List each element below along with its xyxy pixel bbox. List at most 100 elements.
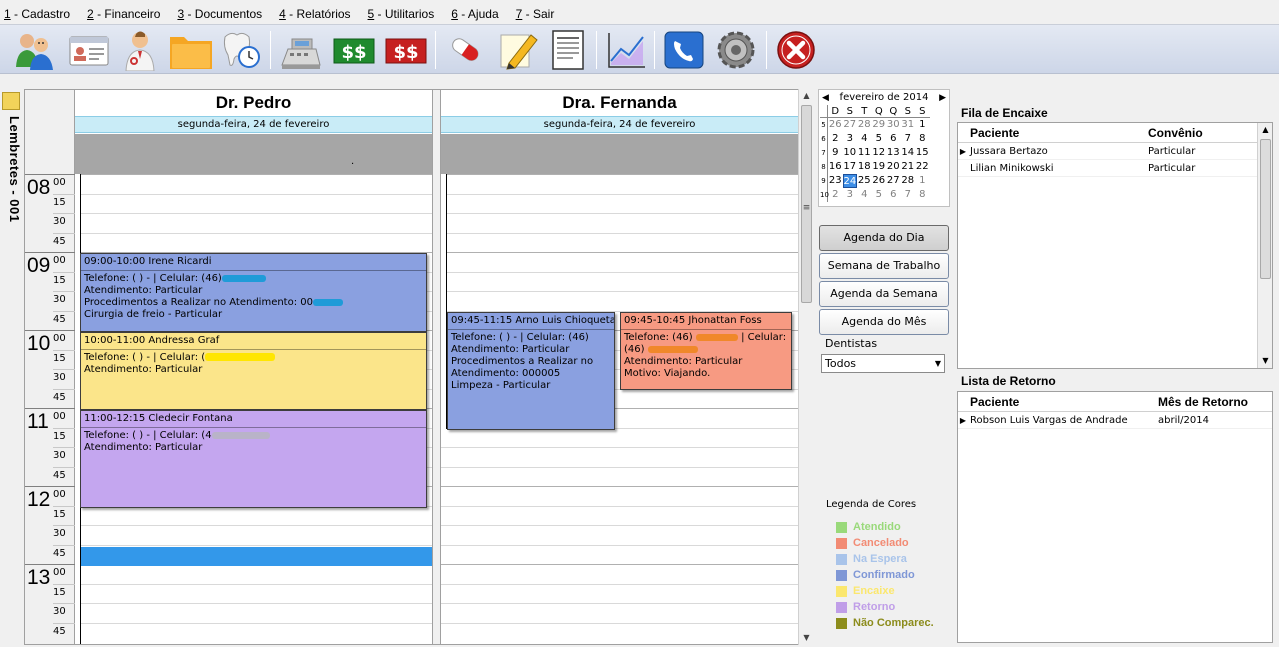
- appointment-title: 09:45-10:45 Jhonattan Foss: [621, 313, 791, 330]
- menu-ajuda[interactable]: 6 - Ajuda: [451, 7, 498, 21]
- column-header-mes-retorno[interactable]: Mês de Retorno: [1158, 395, 1248, 409]
- dentists-select[interactable]: Todos ▼: [821, 354, 945, 373]
- calendar-day[interactable]: 4: [857, 132, 872, 146]
- calendar-day[interactable]: 20: [886, 160, 901, 174]
- list-item[interactable]: Lilian Minikowski Particular: [958, 160, 1272, 177]
- list-item[interactable]: ▶ Robson Luis Vargas de Andrade abril/2014: [958, 412, 1272, 429]
- legend-swatch: [836, 601, 847, 613]
- calendar-day[interactable]: 4: [857, 188, 872, 202]
- appointment-irene-ricardi[interactable]: 09:00-10:00 Irene Ricardi Telefone: ( ) …: [80, 253, 427, 332]
- calendar-day[interactable]: 22: [915, 160, 930, 174]
- calendar-day[interactable]: 18: [857, 160, 872, 174]
- next-month-icon[interactable]: ▶: [939, 93, 946, 103]
- calendar-day[interactable]: 10: [843, 146, 858, 160]
- view-work-week-button[interactable]: Semana de Trabalho: [819, 253, 949, 279]
- calendar-day[interactable]: 15: [915, 146, 930, 160]
- all-day-area[interactable]: [441, 134, 798, 174]
- id-card-button[interactable]: [66, 28, 112, 72]
- calendar-day[interactable]: 23: [828, 174, 843, 188]
- calendar-day[interactable]: 14: [901, 146, 916, 160]
- view-month-button[interactable]: Agenda do Mês: [819, 309, 949, 335]
- selected-time-slot[interactable]: [81, 547, 432, 566]
- calendar-day[interactable]: 2: [828, 132, 843, 146]
- menu-financeiro[interactable]: 2 - Financeiro: [87, 7, 160, 21]
- list-cell-paciente: Jussara Bertazo: [970, 145, 1048, 157]
- calendar-day[interactable]: 29: [872, 118, 887, 132]
- reminders-tab[interactable]: Lembretes - 001: [2, 92, 22, 252]
- calendar-day[interactable]: 13: [886, 146, 901, 160]
- calendar-day[interactable]: 6: [886, 132, 901, 146]
- calendar-day[interactable]: 8: [915, 132, 930, 146]
- money-in-button[interactable]: $$: [331, 28, 377, 72]
- scroll-thumb[interactable]: [1260, 139, 1271, 279]
- edit-button[interactable]: [496, 28, 542, 72]
- menu-documentos[interactable]: 3 - Documentos: [177, 7, 262, 21]
- appointment-andressa-graf[interactable]: 10:00-11:00 Andressa Graf Telefone: ( ) …: [80, 332, 427, 410]
- pills-button[interactable]: [442, 28, 488, 72]
- all-day-area[interactable]: .: [75, 134, 432, 174]
- folder-button[interactable]: [168, 28, 214, 72]
- scheduler-scrollbar[interactable]: ▲ ≡ ▼: [798, 89, 813, 645]
- column-header-paciente[interactable]: Paciente: [968, 395, 1158, 409]
- calendar-day[interactable]: 11: [857, 146, 872, 160]
- calendar-day[interactable]: 30: [886, 118, 901, 132]
- calendar-day[interactable]: 1: [915, 118, 930, 132]
- column-header-paciente[interactable]: Paciente: [968, 126, 1148, 140]
- calendar-day[interactable]: 21: [901, 160, 916, 174]
- patients-button[interactable]: [12, 28, 58, 72]
- money-out-button[interactable]: $$: [383, 28, 429, 72]
- calendar-day[interactable]: 6: [886, 188, 901, 202]
- menu-relatorios[interactable]: 4 - Relatórios: [279, 7, 350, 21]
- calendar-day[interactable]: 26: [828, 118, 843, 132]
- settings-button[interactable]: [713, 28, 759, 72]
- menu-cadastro[interactable]: 1 - Cadastro: [4, 7, 70, 21]
- appointment-arno-luis-chioqueta[interactable]: 09:45-11:15 Arno Luis Chioqueta Telefone…: [447, 312, 615, 430]
- scroll-down-icon[interactable]: ▼: [799, 631, 814, 645]
- calendar-day[interactable]: 12: [872, 146, 887, 160]
- calendar-day[interactable]: 5: [872, 188, 887, 202]
- scroll-up-icon[interactable]: ▲: [1258, 123, 1272, 137]
- calendar-day[interactable]: 31: [901, 118, 916, 132]
- calendar-day[interactable]: 7: [901, 188, 916, 202]
- appointment-cledecir-fontana[interactable]: 11:00-12:15 Cledecir Fontana Telefone: (…: [80, 410, 427, 508]
- calendar-day[interactable]: 19: [872, 160, 887, 174]
- calendar-day[interactable]: 8: [915, 188, 930, 202]
- menu-sair[interactable]: 7 - Sair: [516, 7, 555, 21]
- calendar-day[interactable]: 3: [843, 132, 858, 146]
- list-item[interactable]: ▶ Jussara Bertazo Particular: [958, 143, 1272, 160]
- calendar-day[interactable]: 27: [843, 118, 858, 132]
- document-button[interactable]: [545, 28, 591, 72]
- view-day-button[interactable]: Agenda do Dia: [819, 225, 949, 251]
- calendar-day[interactable]: 3: [843, 188, 858, 202]
- calendar-day[interactable]: 7: [901, 132, 916, 146]
- calendar-day[interactable]: 28: [857, 118, 872, 132]
- calendar-day[interactable]: 1: [915, 174, 930, 188]
- scroll-down-icon[interactable]: ▼: [1258, 354, 1272, 368]
- calendar-day[interactable]: 16: [828, 160, 843, 174]
- prev-month-icon[interactable]: ◀: [822, 93, 829, 103]
- calendar-day[interactable]: 25: [857, 174, 872, 188]
- appointment-phone: Telefone: ( ) - | Celular: (46): [451, 332, 589, 343]
- appointment-attendance: Atendimento: Particular: [624, 356, 743, 367]
- calendar-day[interactable]: 28: [901, 174, 916, 188]
- chart-button[interactable]: [602, 28, 648, 72]
- doctor-button[interactable]: [117, 28, 163, 72]
- calendar-day[interactable]: 9: [828, 146, 843, 160]
- exit-button[interactable]: [773, 28, 819, 72]
- view-week-button[interactable]: Agenda da Semana: [819, 281, 949, 307]
- calendar-day[interactable]: 24: [842, 174, 857, 188]
- tooth-clock-button[interactable]: [218, 28, 264, 72]
- calendar-day[interactable]: 27: [886, 174, 901, 188]
- phone-button[interactable]: [661, 28, 707, 72]
- minute-divider: [53, 447, 75, 448]
- appointment-jhonattan-foss[interactable]: 09:45-10:45 Jhonattan Foss Telefone: (46…: [620, 312, 792, 390]
- calendar-day[interactable]: 5: [872, 132, 887, 146]
- calendar-day[interactable]: 2: [828, 188, 843, 202]
- column-header-convenio[interactable]: Convênio: [1148, 126, 1203, 140]
- cash-register-button[interactable]: [278, 28, 324, 72]
- scroll-up-icon[interactable]: ▲: [799, 89, 814, 103]
- calendar-day[interactable]: 17: [843, 160, 858, 174]
- calendar-day[interactable]: 26: [872, 174, 887, 188]
- fila-scrollbar[interactable]: ▲ ▼: [1257, 123, 1272, 368]
- menu-utilitarios[interactable]: 5 - Utilitarios: [368, 7, 435, 21]
